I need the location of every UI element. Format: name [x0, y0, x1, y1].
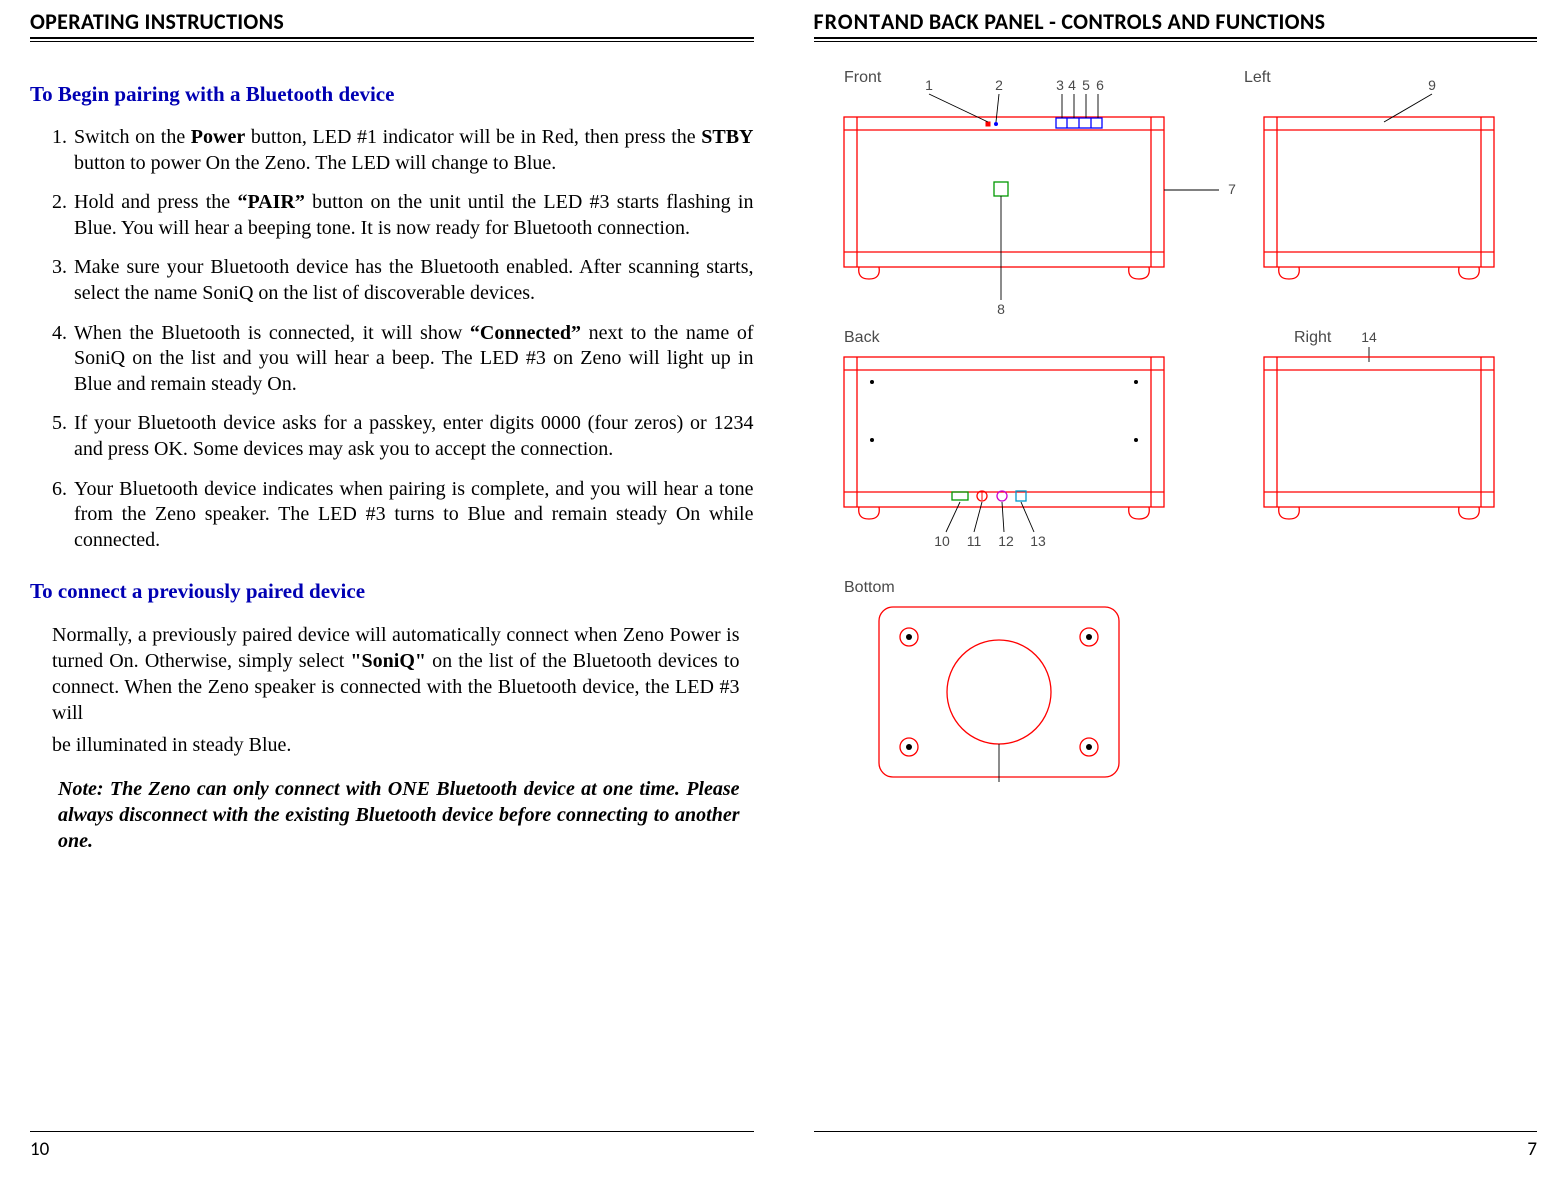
page-number-right: 7: [814, 1132, 1538, 1161]
callout-10: 10: [934, 533, 950, 549]
text: Hold and press the: [74, 191, 237, 213]
title-rule: [30, 37, 754, 39]
text-bold: Power: [191, 126, 245, 148]
title-part-front: FRONT: [814, 8, 882, 35]
callout-6: 6: [1096, 77, 1104, 93]
callout-14: 14: [1361, 329, 1377, 345]
text-bold: "SoniQ": [350, 650, 426, 672]
callout-13: 13: [1030, 533, 1046, 549]
step-2: Hold and press the “PAIR” button on the …: [52, 190, 754, 241]
callout-1: 1: [925, 77, 933, 93]
page-number-left: 10: [30, 1132, 754, 1161]
label-right: Right: [1294, 329, 1332, 346]
text-bold: “PAIR”: [237, 191, 304, 213]
label-left: Left: [1244, 69, 1271, 86]
callout-3: 3: [1056, 77, 1064, 93]
step-4: When the Bluetooth is connected, it will…: [52, 321, 754, 398]
steps-list: Switch on the Power button, LED #1 indic…: [30, 125, 754, 553]
label-back: Back: [844, 329, 881, 346]
page-right: FRONTAND BACK PANEL - CONTROLS AND FUNCT…: [784, 0, 1567, 1181]
callout-5: 5: [1082, 77, 1090, 93]
step-1: Switch on the Power button, LED #1 indic…: [52, 125, 754, 176]
panel-diagram: Front 1: [814, 42, 1538, 1131]
step-3: Make sure your Bluetooth device has the …: [52, 255, 754, 306]
title-rule: [814, 37, 1538, 39]
paragraph-connect: Normally, a previously paired device wil…: [30, 622, 754, 726]
callout-9: 9: [1428, 77, 1436, 93]
step-6: Your Bluetooth device indicates when pai…: [52, 477, 754, 554]
text: When the Bluetooth is connected, it will…: [74, 322, 470, 344]
text: button, LED #1 indicator will be in Red,…: [245, 126, 701, 148]
heading-begin-pairing: To Begin pairing with a Bluetooth device: [30, 82, 754, 107]
label-bottom: Bottom: [844, 579, 895, 596]
diagram-svg: Front 1: [824, 62, 1524, 782]
paragraph-connect-2: be illuminated in steady Blue.: [30, 732, 754, 758]
heading-connect-previous: To connect a previously paired device: [30, 579, 754, 604]
callout-2: 2: [995, 77, 1003, 93]
page-title-left: OPERATING INSTRUCTIONS: [30, 8, 754, 35]
note-text: Note: The Zeno can only connect with ONE…: [30, 776, 754, 854]
text: Switch on the: [74, 126, 191, 148]
text-bold: STBY: [701, 126, 753, 148]
title-part-rest: AND BACK PANEL - CONTROLS AND FUNCTIONS: [881, 8, 1325, 35]
callout-11: 11: [966, 533, 981, 549]
step-5: If your Bluetooth device asks for a pass…: [52, 411, 754, 462]
content-left: To Begin pairing with a Bluetooth device…: [30, 42, 754, 1131]
page-title-right: FRONTAND BACK PANEL - CONTROLS AND FUNCT…: [814, 8, 1538, 35]
page-left: OPERATING INSTRUCTIONS To Begin pairing …: [0, 0, 784, 1181]
text: button to power On the Zeno. The LED wil…: [74, 152, 556, 174]
callout-4: 4: [1068, 77, 1076, 93]
text-bold: “Connected”: [470, 322, 581, 344]
callout-12: 12: [998, 533, 1014, 549]
callout-7: 7: [1228, 181, 1236, 197]
label-front: Front: [844, 69, 882, 86]
callout-8: 8: [997, 301, 1005, 317]
